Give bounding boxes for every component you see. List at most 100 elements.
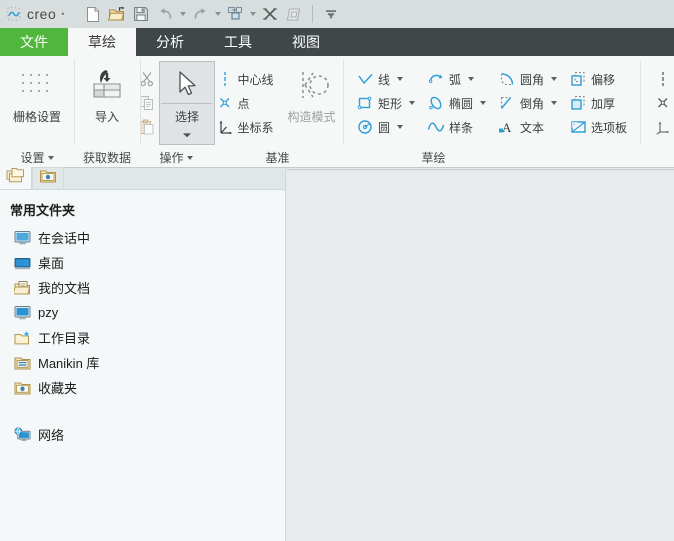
point-icon	[654, 94, 672, 112]
undo-dropdown-icon[interactable]	[178, 4, 187, 24]
new-file-button[interactable]	[82, 3, 104, 25]
ribbon-group-get-data-label-text: 获取数据	[82, 151, 131, 165]
tab-tools[interactable]: 工具	[204, 28, 272, 56]
ribbon-group-datum-label-text: 基准	[265, 151, 290, 165]
ellipse-dropdown-icon[interactable]	[480, 101, 487, 105]
construction-mode-button[interactable]: 构造模式	[281, 60, 343, 146]
desktop-icon	[14, 254, 31, 271]
list-item-label: Manikin 库	[38, 356, 100, 371]
list-item-label: 我的文档	[38, 281, 91, 296]
sketch-csys-button[interactable]: 坐标系	[651, 115, 674, 139]
spline-button[interactable]: 样条	[424, 115, 489, 139]
ribbon-group-settings-label-text: 设置	[20, 151, 45, 165]
datum-point-label: 点	[237, 96, 250, 111]
chevron-down-icon	[47, 156, 54, 160]
ribbon-group-get-data-label: 获取数据	[80, 148, 134, 168]
common-folders-header: 常用文件夹	[10, 203, 76, 218]
list-item-network[interactable]: 网络	[0, 422, 285, 447]
tab-sketch[interactable]: 草绘	[68, 28, 136, 56]
scissors-cut-icon[interactable]	[137, 68, 157, 90]
datum-csys-button[interactable]: 坐标系	[213, 115, 277, 139]
offset-button[interactable]: 偏移	[566, 67, 630, 91]
list-item-in-session[interactable]: 在会话中	[0, 225, 285, 250]
redo-button[interactable]	[189, 3, 211, 25]
construction-mode-label: 构造模式	[287, 110, 336, 124]
ellipse-icon	[427, 94, 445, 112]
list-item-my-documents[interactable]: 我的文档	[0, 275, 285, 300]
rectangle-dropdown-icon[interactable]	[409, 101, 416, 105]
list-item-label: 在会话中	[38, 231, 91, 246]
undo-button[interactable]	[154, 3, 176, 25]
svg-text:A: A	[502, 120, 512, 135]
datum-centerline-label: 中心线	[237, 72, 274, 87]
rectangle-icon	[356, 94, 374, 112]
customize-quick-access-button[interactable]	[320, 3, 342, 25]
thicken-label: 加厚	[591, 96, 616, 111]
list-item-label: 桌面	[38, 256, 65, 271]
thicken-button[interactable]: 加厚	[566, 91, 630, 115]
fillet-button[interactable]: 圆角	[495, 67, 560, 91]
arc-icon	[427, 70, 445, 88]
datum-point-button[interactable]: 点	[213, 91, 277, 115]
grid-settings-button[interactable]: 栅格设置	[6, 60, 68, 146]
save-button[interactable]	[130, 3, 152, 25]
arc-button[interactable]: 弧	[424, 67, 489, 91]
ribbon-group-operations-label[interactable]: 操作	[146, 148, 206, 168]
coordinate-system-icon	[216, 118, 234, 136]
monitor-user-icon	[14, 304, 31, 321]
open-file-button[interactable]	[106, 3, 128, 25]
favorites-tab[interactable]	[32, 167, 64, 189]
regenerate-dropdown-icon[interactable]	[248, 4, 257, 24]
datum-centerline-button[interactable]: 中心线	[213, 67, 277, 91]
favorites-folder-icon	[39, 168, 57, 189]
select-dropdown-icon[interactable]	[181, 126, 193, 144]
sketch-column-5: 中心线 点	[651, 60, 674, 146]
graphics-canvas[interactable]	[287, 169, 674, 541]
circle-dropdown-icon[interactable]	[397, 125, 404, 129]
sketch-point-button[interactable]: 点	[651, 91, 674, 115]
fillet-dropdown-icon[interactable]	[551, 77, 558, 81]
display-style-button[interactable]	[283, 3, 305, 25]
tab-analysis[interactable]: 分析	[136, 28, 204, 56]
select-button-divider	[161, 103, 213, 104]
favorites-folder-icon	[14, 379, 31, 396]
list-item-desktop[interactable]: 桌面	[0, 250, 285, 275]
redo-dropdown-icon[interactable]	[213, 4, 222, 24]
clipboard-icon-column	[137, 60, 157, 146]
list-item-manikin-library[interactable]: Manikin 库	[0, 350, 285, 375]
list-item-favorites[interactable]: 收藏夹	[0, 375, 285, 400]
regenerate-button[interactable]	[224, 3, 246, 25]
datum-csys-label: 坐标系	[237, 120, 274, 135]
line-icon	[356, 70, 374, 88]
list-item-pzy[interactable]: pzy	[0, 300, 285, 325]
chamfer-button[interactable]: 倒角	[495, 91, 560, 115]
ribbon-group-settings-label[interactable]: 设置	[6, 148, 68, 168]
select-button[interactable]: 选择	[159, 61, 215, 145]
working-directory-icon	[14, 329, 31, 346]
manikin-library-icon	[14, 354, 31, 371]
tab-view[interactable]: 视图	[272, 28, 340, 56]
line-button[interactable]: 线	[353, 67, 418, 91]
ellipse-label: 椭圆	[449, 96, 474, 111]
quick-access-separator	[312, 5, 314, 23]
folder-browser-tab[interactable]	[0, 167, 32, 189]
ellipse-button[interactable]: 椭圆	[424, 91, 489, 115]
spline-icon	[427, 118, 445, 136]
rectangle-button[interactable]: 矩形	[353, 91, 418, 115]
sketch-centerline-button[interactable]: 中心线	[651, 67, 674, 91]
circle-button[interactable]: 圆	[353, 115, 418, 139]
line-dropdown-icon[interactable]	[397, 77, 404, 81]
list-item-working-directory[interactable]: 工作目录	[0, 325, 285, 350]
datum-small-buttons: 中心线 点 坐标系	[213, 60, 277, 146]
tab-file[interactable]: 文件	[0, 28, 68, 56]
arc-dropdown-icon[interactable]	[468, 77, 475, 81]
close-window-button[interactable]	[259, 3, 281, 25]
copy-icon	[137, 92, 157, 114]
text-button[interactable]: A 文本	[495, 115, 560, 139]
palette-button[interactable]: 选项板	[566, 115, 630, 139]
ribbon-group-datum: 中心线 点 坐标系 构造模式 基准	[212, 56, 343, 168]
creo-trademark: •	[61, 9, 65, 19]
import-button[interactable]: 导入	[76, 60, 138, 146]
ribbon-group-sketching-label-text: 草绘	[421, 151, 446, 165]
chamfer-dropdown-icon[interactable]	[551, 101, 558, 105]
